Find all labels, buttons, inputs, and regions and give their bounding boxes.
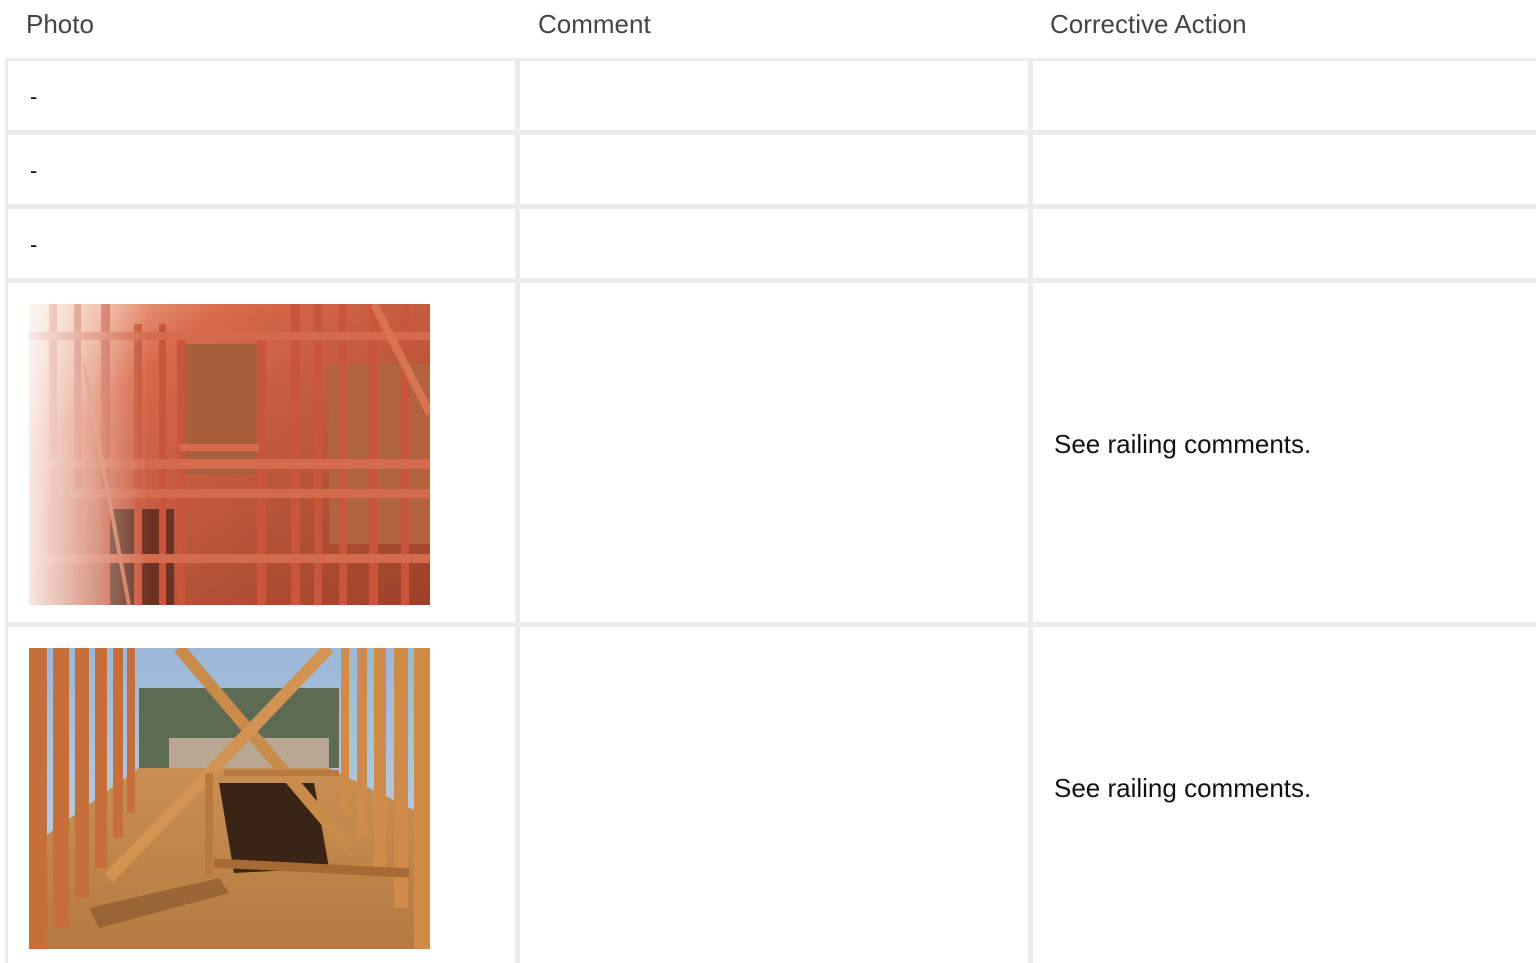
photo-placeholder-dash: - xyxy=(30,158,38,183)
table-row-2-photo-cell: - xyxy=(8,135,515,204)
construction-framing-stair-photo[interactable] xyxy=(29,648,430,949)
construction-framing-wall-photo[interactable] xyxy=(29,304,430,605)
header-comment: Comment xyxy=(538,9,651,39)
header-photo: Photo xyxy=(26,9,94,39)
table-row-3-action-cell xyxy=(1033,209,1536,278)
table-row-3-comment-cell xyxy=(520,209,1028,278)
photo-placeholder-dash: - xyxy=(30,232,38,257)
table-row-3-photo-cell: - xyxy=(8,209,515,278)
table-row-2-comment-cell xyxy=(520,135,1028,204)
table-row-5-action-cell: See railing comments. xyxy=(1033,627,1536,963)
table-row-4-photo-cell xyxy=(8,283,515,622)
header-corrective-action: Corrective Action xyxy=(1050,9,1247,39)
corrective-action-text: See railing comments. xyxy=(1054,773,1312,803)
table-header: Photo Comment Corrective Action xyxy=(0,0,1536,58)
table-row-5-photo-cell xyxy=(8,627,515,963)
photo-placeholder-dash: - xyxy=(30,84,38,109)
table-row-1-action-cell xyxy=(1033,61,1536,130)
table-row-5-comment-cell xyxy=(520,627,1028,963)
table-row-4-action-cell: See railing comments. xyxy=(1033,283,1536,622)
inspection-table: - - - See railing comments. See railing … xyxy=(5,58,1536,963)
table-row-2-action-cell xyxy=(1033,135,1536,204)
table-row-1-photo-cell: - xyxy=(8,61,515,130)
corrective-action-text: See railing comments. xyxy=(1054,429,1312,459)
table-row-1-comment-cell xyxy=(520,61,1028,130)
table-row-4-comment-cell xyxy=(520,283,1028,622)
